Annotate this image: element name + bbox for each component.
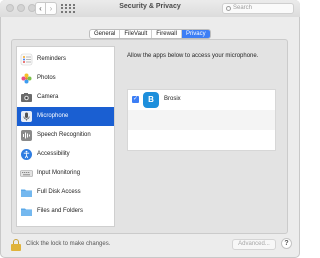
sidebar-item-label: Speech Recognition	[37, 132, 91, 138]
list-item-empty	[128, 130, 275, 150]
sidebar-item-full-disk-access[interactable]: Full Disk Access	[17, 183, 114, 202]
sidebar-item-label: Camera	[37, 94, 59, 100]
search-placeholder: Search	[233, 5, 253, 11]
tab-general[interactable]: General	[90, 30, 121, 38]
list-item-empty	[128, 110, 275, 130]
sidebar-item-input-monitoring[interactable]: Input Monitoring	[17, 164, 114, 183]
sidebar-item-label: Full Disk Access	[37, 189, 81, 195]
sidebar-item-speech-recognition[interactable]: Speech Recognition	[17, 126, 114, 145]
tab-privacy[interactable]: Privacy	[181, 30, 210, 38]
folder-icon	[21, 189, 32, 197]
brosix-app-icon: B	[143, 92, 159, 108]
app-permission-checkbox[interactable]: ✓	[132, 96, 139, 103]
accessibility-icon	[21, 149, 32, 160]
sidebar-item-label: Files and Folders	[37, 208, 84, 214]
title-bar: ‹ › Security & Privacy Search	[0, 0, 300, 17]
tab-firewall[interactable]: Firewall	[152, 30, 182, 38]
search-icon	[226, 6, 231, 11]
microphone-icon	[21, 111, 32, 122]
sidebar-item-label: Reminders	[37, 56, 67, 62]
sidebar-item-microphone[interactable]: Microphone	[17, 107, 114, 126]
sidebar-item-label: Accessibility	[37, 151, 70, 157]
tab-filevault[interactable]: FileVault	[120, 30, 153, 38]
sidebar-item-reminders[interactable]: Reminders	[17, 50, 114, 69]
sidebar-item-photos[interactable]: Photos	[17, 69, 114, 88]
privacy-category-list[interactable]: Reminders Photos Camera Microphone Speec…	[16, 46, 115, 227]
sidebar-item-label: Microphone	[37, 113, 69, 119]
lock-icon[interactable]	[11, 239, 21, 251]
sidebar-item-files-and-folders[interactable]: Files and Folders	[17, 202, 114, 221]
help-button[interactable]: ?	[281, 238, 292, 249]
app-name: Brosix	[164, 96, 181, 102]
sidebar-item-camera[interactable]: Camera	[17, 88, 114, 107]
photos-icon	[21, 73, 32, 84]
reminders-icon	[20, 53, 33, 66]
sidebar-item-accessibility[interactable]: Accessibility	[17, 145, 114, 164]
folder-icon	[21, 208, 32, 216]
list-item[interactable]: ✓ B Brosix	[128, 90, 275, 110]
search-field[interactable]: Search	[222, 3, 294, 14]
app-permission-list: ✓ B Brosix	[127, 89, 276, 151]
sidebar-item-label: Photos	[37, 75, 56, 81]
advanced-button[interactable]: Advanced...	[232, 239, 276, 250]
permission-description: Allow the apps below to access your micr…	[127, 53, 259, 59]
tab-bar: General FileVault Firewall Privacy	[89, 29, 211, 39]
keyboard-icon	[20, 170, 33, 177]
lock-hint-text: Click the lock to make changes.	[26, 241, 111, 247]
speech-recognition-icon	[21, 130, 32, 141]
security-privacy-window: ‹ › Security & Privacy Search General Fi…	[0, 0, 300, 258]
camera-icon	[21, 93, 32, 102]
sidebar-item-label: Input Monitoring	[37, 170, 81, 176]
